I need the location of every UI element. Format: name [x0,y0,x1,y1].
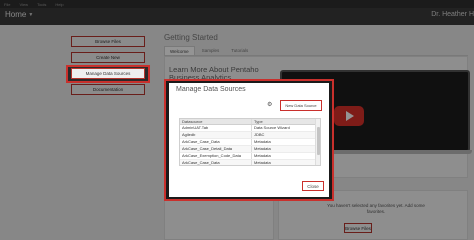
dialog-title: Manage Data Sources [176,86,246,93]
table-row[interactable]: Agiledb JDBC [180,132,320,139]
table-scrollbar[interactable] [315,119,320,165]
manage-data-sources-button[interactable]: Manage Data Sources [71,68,145,79]
table-row[interactable]: ArkCase_Case_Data Metadata [180,160,320,165]
datasource-type: Metadata [254,146,271,151]
column-header-type[interactable]: Type [252,119,316,124]
gear-icon[interactable]: ⚙ [267,101,272,108]
data-sources-table: Datasource Type AdminUAT.Tab Data Source… [179,118,321,166]
datasource-name: ArkCase_Exemption_Code_Data [180,153,252,159]
new-data-source-button[interactable]: New Data Source [280,100,322,111]
datasource-name: ArkCase_Case_Data [180,160,252,165]
close-button[interactable]: Close [302,181,324,191]
table-row[interactable]: ArkCase_Case_Detail_Data Metadata [180,146,320,153]
datasource-name: AdminUAT.Tab [180,125,252,131]
datasource-type: Metadata [254,160,271,165]
table-row[interactable]: ArkCase_Case_Data Metadata [180,139,320,146]
datasource-type: Metadata [254,153,271,158]
table-row[interactable]: AdminUAT.Tab Data Source Wizard [180,125,320,132]
column-header-datasource[interactable]: Datasource [180,119,252,124]
scrollbar-thumb[interactable] [317,127,320,155]
datasource-name: ArkCase_Case_Data [180,139,252,145]
datasource-type: JDBC [254,132,265,137]
datasource-type: Metadata [254,139,271,144]
datasource-type: Data Source Wizard [254,125,290,130]
datasource-name: ArkCase_Case_Detail_Data [180,146,252,152]
table-row[interactable]: ArkCase_Exemption_Code_Data Metadata [180,153,320,160]
datasource-name: Agiledb [180,132,252,138]
